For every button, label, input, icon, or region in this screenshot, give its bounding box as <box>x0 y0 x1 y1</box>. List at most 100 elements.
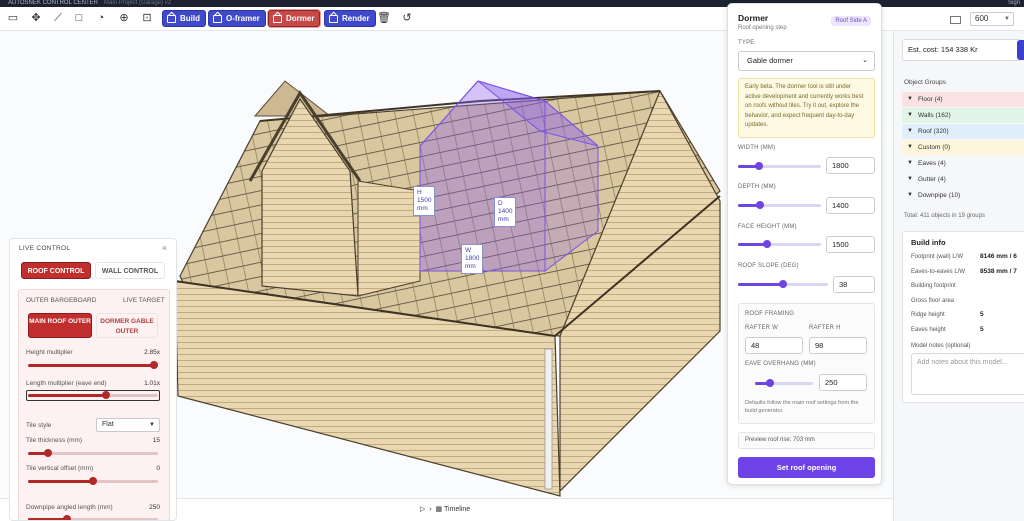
slider-fill <box>738 283 783 286</box>
rafter-h-input[interactable]: 98 <box>809 337 867 354</box>
slider-handle[interactable] <box>763 240 772 248</box>
slider-handle[interactable] <box>102 391 110 399</box>
build-info-value: 5 <box>980 311 984 318</box>
app-subtitle: Main Project (Garage) v2 <box>104 0 172 6</box>
slider-handle[interactable] <box>89 477 97 485</box>
timeline-label: Timeline <box>443 506 471 513</box>
depth-dimension-label: D 1400 mm <box>494 197 517 227</box>
square-icon[interactable]: □ <box>72 11 86 25</box>
image-icon <box>329 14 338 23</box>
face-height-input[interactable]: 1500 <box>826 236 875 253</box>
object-group-row[interactable]: ▼ Walls (162) <box>902 108 1024 123</box>
target-dormer-gable-outer[interactable]: DORMER GABLE OUTER <box>96 313 158 338</box>
close-icon[interactable]: × <box>162 243 167 253</box>
width-dimension-label: W 1800 mm <box>461 244 484 274</box>
tab-roof-control[interactable]: ROOF CONTROL <box>21 262 91 279</box>
rafter-h-label: RAFTER H <box>809 325 841 331</box>
target-main-roof-outer[interactable]: MAIN ROOF OUTER <box>28 313 92 338</box>
dim-w-unit: mm <box>465 263 476 270</box>
face-height-slider[interactable] <box>738 240 821 248</box>
undo-icon[interactable]: ↺ <box>400 11 414 25</box>
depth-input[interactable]: 1400 <box>826 197 875 214</box>
render-button[interactable]: Render <box>324 10 376 27</box>
chevron-down-icon: ▼ <box>907 128 913 134</box>
object-group-row[interactable]: ▼ Floor (4) <box>902 92 1024 107</box>
height-multiplier-slider[interactable] <box>28 361 159 369</box>
build-button[interactable]: Build <box>162 10 206 27</box>
object-group-label: Eaves (4) <box>918 160 946 167</box>
depth-slider[interactable] <box>738 201 821 209</box>
frame-icon <box>213 14 222 23</box>
app-title: AUTOSNEK CONTROL CENTER <box>8 0 99 6</box>
eave-overhang-slider[interactable] <box>755 379 813 387</box>
chevron-down-icon: ▼ <box>149 422 155 428</box>
object-group-row[interactable]: ▼ Custom (0) <box>902 140 1024 155</box>
roof-slope-input[interactable]: 38 <box>833 276 875 293</box>
cost-action-button[interactable] <box>1017 40 1024 60</box>
tab-wall-control[interactable]: WALL CONTROL <box>95 262 165 279</box>
dormer-button[interactable]: Dormer <box>268 10 321 27</box>
set-roof-opening-button[interactable]: Set roof opening <box>738 457 875 478</box>
object-group-row[interactable]: ▼ Roof (320) <box>902 124 1024 139</box>
oframer-button[interactable]: O-framer <box>208 10 266 27</box>
slider-fill <box>28 364 155 367</box>
dormer-label: Dormer <box>286 14 315 23</box>
build-info-label: Footprint (wall) L/W <box>911 254 964 260</box>
dim-d-letter: D <box>498 200 503 207</box>
face-height-label: FACE HEIGHT (MM) <box>738 224 797 230</box>
slider-handle[interactable] <box>779 280 787 288</box>
build-info-label: Building footprint <box>911 283 956 289</box>
timeline-toggle[interactable]: ▷ › ▦ Timeline <box>420 505 470 513</box>
folder-icon[interactable]: ▭ <box>6 11 20 25</box>
object-group-label: Gutter (4) <box>918 176 946 183</box>
tile-style-select[interactable]: Flat ▼ <box>96 418 160 432</box>
roof-slope-slider[interactable] <box>738 280 828 288</box>
eave-overhang-input[interactable]: 250 <box>819 374 867 391</box>
dim-w-letter: W <box>465 247 472 254</box>
crosshair-icon[interactable]: ⊕ <box>117 11 131 25</box>
tile-offset-slider[interactable] <box>28 477 158 485</box>
tile-thickness-slider[interactable] <box>28 449 158 457</box>
right-sidebar: Est. cost: 154 338 Kr Object Groups ▼ Flo… <box>893 31 1024 521</box>
width-input[interactable]: 1800 <box>826 157 875 174</box>
object-group-row[interactable]: ▼ Gutter (4) <box>902 172 1024 187</box>
downpipe-length-label: Downpipe angled length (mm) <box>26 504 113 511</box>
move-icon[interactable]: ✥ <box>29 11 43 25</box>
length-multiplier-slider[interactable] <box>28 391 158 399</box>
zoom-select[interactable]: 600 ▼ <box>970 12 1014 26</box>
object-group-row[interactable]: ▼ Downpipe (10) <box>902 188 1024 203</box>
tile-thickness-value: 15 <box>152 437 160 444</box>
preview-roof-rise: Preview roof rise: 703 mm <box>738 432 875 449</box>
ruler-icon[interactable]: ⟋ <box>51 11 65 25</box>
build-info-value: 5 <box>980 325 984 333</box>
chevron-down-icon: ▼ <box>907 192 913 198</box>
estimated-cost: Est. cost: 154 338 Kr <box>902 39 1022 61</box>
slider-fill <box>28 394 106 397</box>
live-control-title: LIVE CONTROL <box>19 245 71 252</box>
render-label: Render <box>342 14 370 23</box>
dormer-type-select[interactable]: Gable dormer ⌄ <box>738 51 875 71</box>
roof-side-badge: Roof Side A <box>831 16 871 26</box>
trash-icon[interactable]: 🗑 <box>377 11 391 25</box>
build-info-label: Ridge height <box>911 312 945 318</box>
dim-d-value: 1400 <box>498 208 513 215</box>
chevron-down-icon: ▼ <box>907 96 913 102</box>
slider-handle[interactable] <box>43 449 52 457</box>
object-group-label: Walls (162) <box>918 112 951 119</box>
width-slider[interactable] <box>738 162 821 170</box>
slider-handle[interactable] <box>756 201 765 209</box>
slider-handle[interactable] <box>63 515 71 520</box>
slider-handle[interactable] <box>754 162 763 170</box>
signin-link[interactable]: Sign <box>1008 0 1020 7</box>
scan-icon[interactable]: ⊡ <box>140 11 154 25</box>
dormer-panel: Dormer Roof opening step Roof Side A TYP… <box>727 3 882 485</box>
build-info-value: 8538 mm / 7 <box>980 267 1017 275</box>
grid-icon[interactable] <box>950 16 961 24</box>
tile-offset-value: 0 <box>156 465 160 472</box>
palette-icon[interactable]: ◔ <box>94 11 108 25</box>
model-notes-input[interactable]: Add notes about this model... <box>911 353 1024 395</box>
build-info-label: Eaves height <box>911 326 946 333</box>
rafter-w-input[interactable]: 48 <box>745 337 803 354</box>
object-group-row[interactable]: ▼ Eaves (4) <box>902 156 1024 171</box>
slider-handle[interactable] <box>765 379 774 387</box>
